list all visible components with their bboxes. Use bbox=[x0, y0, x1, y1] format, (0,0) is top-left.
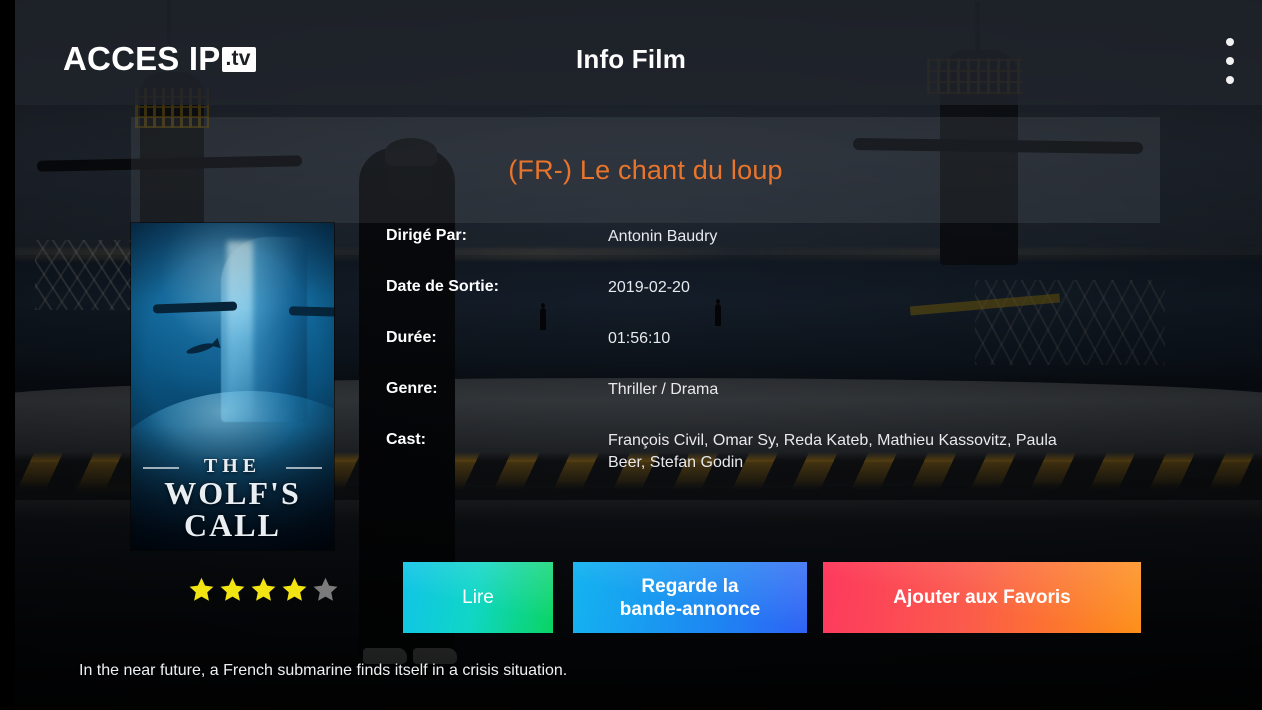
metadata-label: Genre: bbox=[386, 380, 438, 397]
overflow-menu-dot bbox=[1226, 38, 1234, 46]
metadata-row-genre: Genre: Thriller / Drama bbox=[386, 379, 1146, 401]
movie-title: (FR-) Le chant du loup bbox=[508, 155, 783, 185]
left-black-bar bbox=[0, 0, 15, 710]
overflow-menu-dot bbox=[1226, 57, 1234, 65]
movie-description: In the near future, a French submarine f… bbox=[79, 662, 568, 679]
metadata-value: Antonin Baudry bbox=[608, 228, 718, 245]
metadata-value: François Civil, Omar Sy, Reda Kateb, Mat… bbox=[608, 432, 1057, 471]
metadata-value: 2019-02-20 bbox=[608, 279, 690, 296]
movie-metadata-list: Dirigé Par: Antonin Baudry Date de Sorti… bbox=[386, 226, 1146, 503]
metadata-row-release-date: Date de Sortie: 2019-02-20 bbox=[386, 277, 1146, 299]
metadata-value: Thriller / Drama bbox=[608, 381, 719, 398]
poster-title-line2: WOLF'S bbox=[164, 474, 301, 511]
movie-info-screen: ACCES IP .tv Info Film (FR-) Le chant du… bbox=[0, 0, 1262, 710]
play-button-label: Lire bbox=[462, 587, 494, 608]
poster-title-block: THE WOLF'S CALL bbox=[131, 456, 334, 542]
metadata-label: Date de Sortie: bbox=[386, 278, 499, 295]
poster-title-line3: CALL bbox=[184, 507, 281, 544]
metadata-row-cast: Cast: François Civil, Omar Sy, Reda Kate… bbox=[386, 430, 1146, 474]
overflow-menu-icon[interactable] bbox=[1217, 38, 1243, 84]
metadata-label: Dirigé Par: bbox=[386, 227, 467, 244]
favorites-button-label: Ajouter aux Favoris bbox=[893, 587, 1071, 608]
metadata-label: Durée: bbox=[386, 329, 437, 346]
watch-trailer-button[interactable]: Regarde la bande-annonce bbox=[573, 562, 807, 633]
movie-poster[interactable]: THE WOLF'S CALL bbox=[131, 223, 334, 550]
trailer-button-label-line2: bande-annonce bbox=[619, 598, 761, 620]
trailer-button-label-line1: Regarde la bbox=[641, 575, 739, 597]
metadata-value: 01:56:10 bbox=[608, 330, 671, 347]
add-to-favorites-button[interactable]: Ajouter aux Favoris bbox=[823, 562, 1141, 633]
metadata-row-duration: Durée: 01:56:10 bbox=[386, 328, 1146, 350]
poster-rule-left bbox=[143, 467, 179, 470]
metadata-row-director: Dirigé Par: Antonin Baudry bbox=[386, 226, 1146, 248]
play-button[interactable]: Lire bbox=[403, 562, 553, 633]
app-header: ACCES IP .tv Info Film bbox=[0, 0, 1262, 105]
poster-rule-right bbox=[286, 467, 322, 470]
overflow-menu-dot bbox=[1226, 76, 1234, 84]
action-button-row: Lire Regarde la bande-annonce Ajouter au… bbox=[0, 562, 1262, 634]
page-title: Info Film bbox=[575, 44, 687, 74]
metadata-label: Cast: bbox=[386, 431, 427, 448]
